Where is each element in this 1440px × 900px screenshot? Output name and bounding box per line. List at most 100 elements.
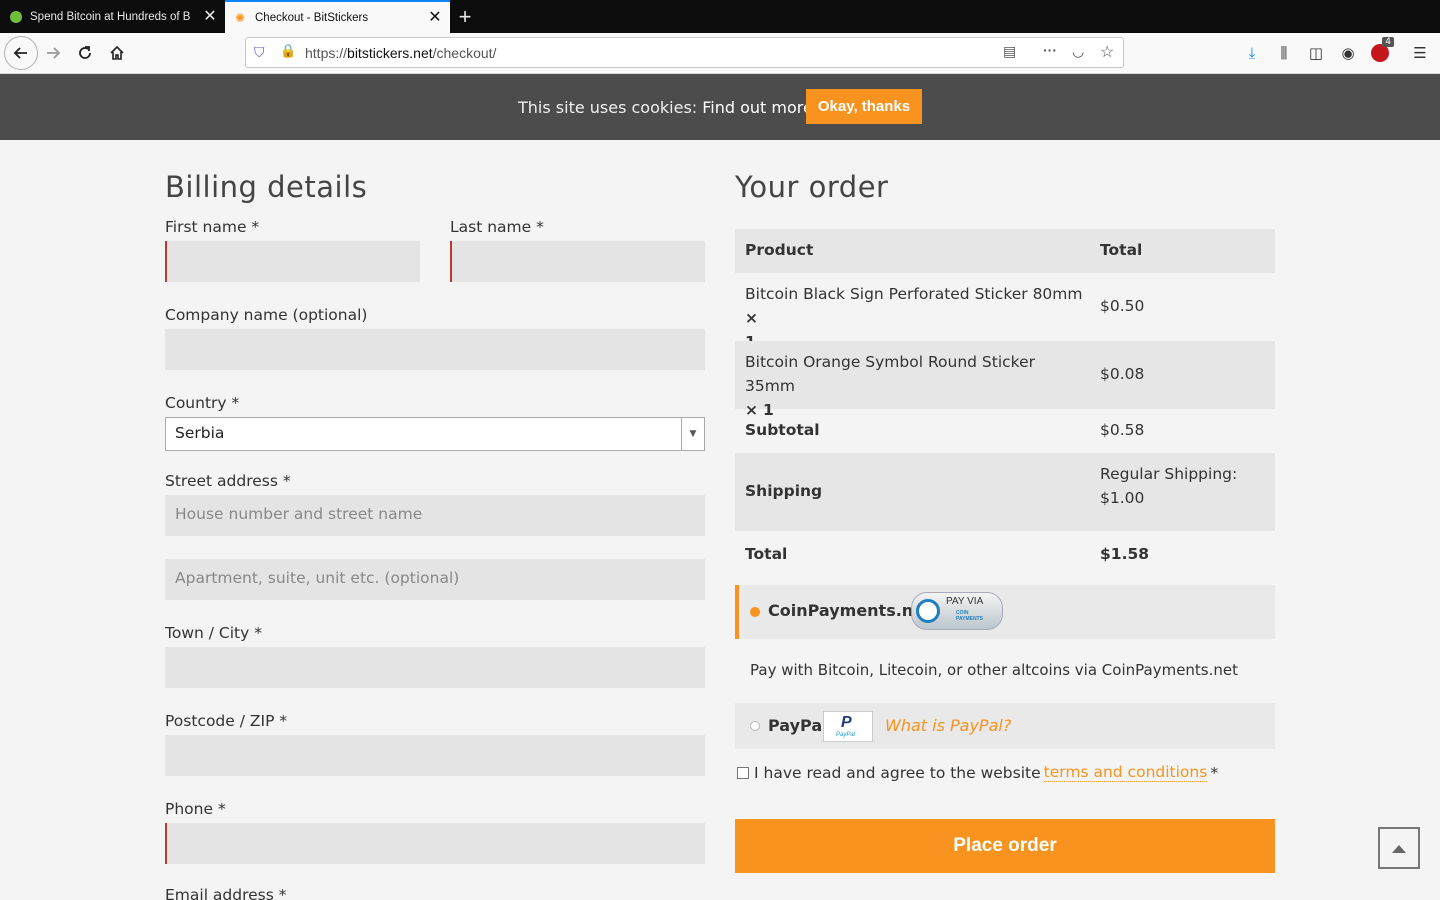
forward-button[interactable] [37,37,69,69]
terms-checkbox[interactable] [737,766,749,779]
pay-via-text: PAY VIA [946,596,984,607]
apartment-field[interactable]: Apartment, suite, unit etc. (optional) [165,559,705,600]
tracking-protection-icon[interactable]: ⛉ [254,44,265,61]
scroll-to-top-button[interactable] [1378,827,1420,869]
total-row: Total $1.58 [735,531,1275,577]
postcode-label: Postcode / ZIP * [165,712,288,730]
subtotal-label: Subtotal [745,421,820,439]
item-total: $0.08 [1100,365,1145,383]
menu-icon[interactable]: ☰ [1408,41,1432,65]
quantity-mark: × [745,309,758,327]
paypal-logo: P PayPal [823,711,873,742]
country-value: Serbia [175,424,225,442]
reload-icon [79,46,91,59]
tab-favicon-icon [10,10,22,23]
subtotal-value: $0.58 [1100,421,1145,439]
paypal-radio[interactable] [750,721,760,731]
table-row: Bitcoin Black Sign Perforated Sticker 80… [735,273,1275,351]
shipping-value: Regular Shipping: $1.00 [1100,462,1237,510]
home-button[interactable] [101,37,133,69]
shipping-label: Shipping [745,482,823,500]
country-label: Country * [165,394,240,412]
account-icon[interactable]: ◉ [1336,41,1360,65]
city-field[interactable] [165,647,705,688]
what-is-paypal-link[interactable]: What is PayPal? [885,716,1011,735]
company-field[interactable] [165,329,705,370]
cookie-notice: This site uses cookies: Find out more. O… [0,74,1440,140]
product-column-header: Product [745,241,814,259]
reload-button[interactable] [69,37,101,69]
coinpayments-option[interactable]: CoinPayments.net PAY VIA COIN PAYMENTS [735,585,1275,639]
url-path: /checkout/ [432,45,497,61]
new-tab-button[interactable]: + [450,0,480,33]
street-label: Street address * [165,472,291,490]
terms-text: I have read and agree to the website [754,763,1041,782]
first-name-field[interactable] [165,241,420,282]
city-label: Town / City * [165,624,262,642]
item-name-text: Bitcoin Orange Symbol Round Sticker 35mm [745,353,1035,395]
url-prefix: https:// [305,45,348,61]
coinpayments-description: Pay with Bitcoin, Litecoin, or other alt… [750,661,1239,679]
close-tab-icon[interactable]: ✕ [203,8,217,25]
coin-icon [916,599,940,623]
back-button[interactable] [4,36,38,70]
billing-title: Billing details [165,170,368,204]
close-tab-icon[interactable]: ✕ [428,9,442,26]
bookmark-star-icon[interactable]: ☆ [1100,42,1114,62]
coinpayments-label[interactable]: CoinPayments.net [768,601,932,620]
coinpayments-radio[interactable] [750,607,760,617]
tab-checkout[interactable]: ✺ Checkout - BitStickers ✕ [225,0,450,33]
tab-strip: Spend Bitcoin at Hundreds of B ✕ ✺ Check… [0,0,1440,33]
coin-payments-text: COIN PAYMENTS [956,610,983,622]
url-text[interactable]: https://bitstickers.net/checkout/ [305,45,496,61]
tab-label: Spend Bitcoin at Hundreds of B [30,10,191,23]
home-icon [110,45,124,60]
company-label: Company name (optional) [165,306,368,324]
adblock-icon[interactable]: 4 [1368,37,1394,65]
subtotal-row: Subtotal $0.58 [735,409,1275,453]
paypal-label[interactable]: PayPal [768,716,828,735]
last-name-field[interactable] [450,241,705,282]
navigation-toolbar: ⛉ 🔒 https://bitstickers.net/checkout/ ▤ … [0,33,1440,74]
terms-link[interactable]: terms and conditions [1043,763,1208,782]
total-value: $1.58 [1100,545,1150,563]
shipping-row: Shipping Regular Shipping: $1.00 [735,453,1275,531]
paypal-p-icon: P [841,714,852,731]
country-select[interactable]: Serbia ▼ [165,417,705,451]
table-header-row: Product Total [735,229,1275,273]
phone-label: Phone * [165,800,226,818]
page-actions-icon[interactable]: ··· [1043,42,1057,58]
total-column-header: Total [1100,241,1143,259]
cookie-message: This site uses cookies: [518,98,703,117]
url-domain: bitstickers.net [347,45,433,61]
coinpayments-logo: PAY VIA COIN PAYMENTS [911,592,1003,630]
order-title: Your order [735,170,889,204]
okay-thanks-button[interactable]: Okay, thanks [806,89,922,124]
dropdown-arrow-icon[interactable]: ▼ [681,418,704,450]
item-total: $0.50 [1100,297,1145,315]
item-name-text: Bitcoin Black Sign Perforated Sticker 80… [745,285,1083,303]
street-address-field[interactable]: House number and street name [165,495,705,536]
place-order-button[interactable]: Place order [735,819,1275,873]
total-label: Total [745,545,788,563]
find-out-more-link[interactable]: Find out more. [702,98,818,117]
table-row: Bitcoin Orange Symbol Round Sticker 35mm… [735,341,1275,419]
address-bar[interactable]: ⛉ 🔒 https://bitstickers.net/checkout/ ▤ … [245,37,1124,68]
pocket-icon[interactable]: ◡ [1072,43,1084,60]
arrow-right-icon [47,47,61,59]
lock-icon[interactable]: 🔒 [280,43,296,59]
shipping-cost: $1.00 [1100,489,1145,507]
first-name-label: First name * [165,218,260,236]
download-icon[interactable]: ⤓ [1240,41,1264,65]
tab-spend-bitcoin[interactable]: Spend Bitcoin at Hundreds of B ✕ [0,0,225,33]
library-icon[interactable]: ⫼ [1272,41,1296,65]
postcode-field[interactable] [165,735,705,776]
tab-label: Checkout - BitStickers [255,11,369,24]
email-label: Email address * [165,886,287,900]
paypal-logo-text: PayPal [836,732,856,738]
phone-field[interactable] [165,823,705,864]
reader-view-icon[interactable]: ▤ [1003,43,1016,60]
sidebar-icon[interactable]: ◫ [1304,41,1328,65]
terms-required-mark: * [1210,763,1219,782]
addon-badge: 4 [1382,37,1394,47]
